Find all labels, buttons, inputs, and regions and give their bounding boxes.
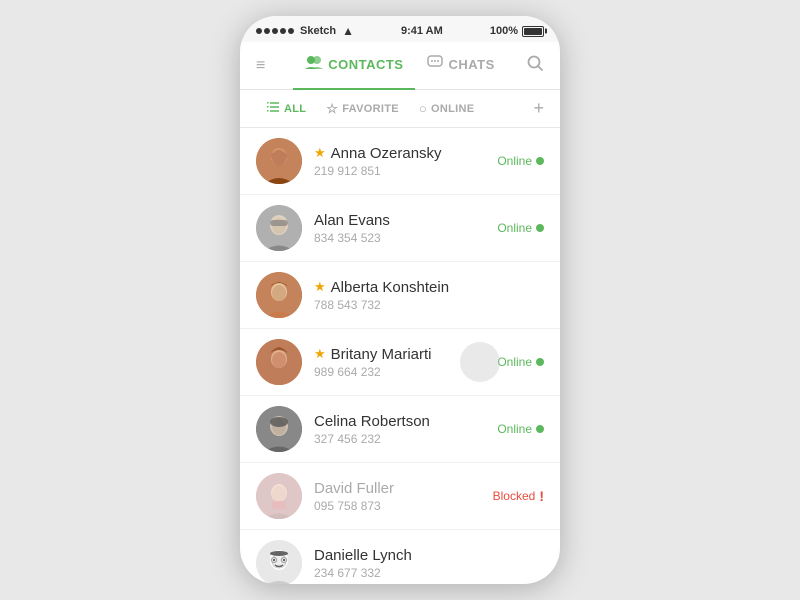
search-button[interactable] — [516, 54, 544, 77]
sub-nav: ALL ☆ FAVORITE ○ ONLINE + — [240, 90, 560, 128]
battery-fill — [524, 28, 542, 35]
contact-info-anna: ★ Anna Ozeransky 219 912 851 — [314, 145, 485, 178]
blocked-label-david: Blocked — [493, 489, 536, 503]
star-icon-anna: ★ — [314, 145, 326, 161]
battery-tip — [545, 29, 547, 34]
contact-name-row: ★ Alberta Konshtein — [314, 279, 532, 296]
contact-name-label-anna: Anna Ozeransky — [331, 145, 442, 162]
battery-percent: 100% — [490, 25, 518, 37]
contact-info-celina: Celina Robertson 327 456 232 — [314, 413, 485, 446]
list-icon — [266, 101, 280, 116]
signal-dots — [256, 28, 294, 34]
time-display: 9:41 AM — [401, 25, 443, 37]
contact-name-row: ★ Britany Mariarti — [314, 346, 485, 363]
online-tab-label: ONLINE — [431, 103, 474, 115]
avatar-celina — [256, 406, 302, 452]
star-icon: ☆ — [326, 101, 338, 117]
contact-info-alan: Alan Evans 834 354 523 — [314, 212, 485, 245]
contact-name-row: Celina Robertson — [314, 413, 485, 430]
contact-item-david[interactable]: David Fuller 095 758 873 Blocked! — [240, 463, 560, 530]
contact-phone-anna: 219 912 851 — [314, 164, 485, 178]
online-tab[interactable]: ○ ONLINE — [409, 90, 485, 128]
online-dot-alan — [536, 224, 544, 232]
contact-name-label-celina: Celina Robertson — [314, 413, 430, 430]
signal-dot — [272, 28, 278, 34]
online-label-celina: Online — [497, 422, 532, 436]
avatar-danielle — [256, 540, 302, 584]
signal-dot — [256, 28, 262, 34]
contact-status-britany: Online — [497, 355, 544, 369]
star-icon-britany: ★ — [314, 346, 326, 362]
contact-status-alan: Online — [497, 221, 544, 235]
contact-item-celina[interactable]: Celina Robertson 327 456 232 Online — [240, 396, 560, 463]
favorite-tab[interactable]: ☆ FAVORITE — [316, 90, 409, 128]
chats-tab-icon — [427, 55, 443, 74]
avatar-britany — [256, 339, 302, 385]
contacts-tab-icon — [305, 55, 323, 74]
contact-phone-david: 095 758 873 — [314, 499, 481, 513]
contact-info-david: David Fuller 095 758 873 — [314, 480, 481, 513]
contact-status-celina: Online — [497, 422, 544, 436]
contact-name-row: ★ Anna Ozeransky — [314, 145, 485, 162]
status-left: Sketch ▲ — [256, 24, 354, 38]
top-nav: ≡ CONTACTS — [240, 42, 560, 90]
avatar-alberta — [256, 272, 302, 318]
contact-name-label-britany: Britany Mariarti — [331, 346, 432, 363]
contact-phone-alan: 834 354 523 — [314, 231, 485, 245]
contact-info-britany: ★ Britany Mariarti 989 664 232 — [314, 346, 485, 379]
contact-phone-britany: 989 664 232 — [314, 365, 485, 379]
online-dot-celina — [536, 425, 544, 433]
contact-name-row: Danielle Lynch — [314, 547, 532, 564]
online-label-britany: Online — [497, 355, 532, 369]
contact-info-danielle: Danielle Lynch 234 677 332 — [314, 547, 532, 580]
all-tab-label: ALL — [284, 103, 306, 115]
contact-phone-celina: 327 456 232 — [314, 432, 485, 446]
signal-dot — [280, 28, 286, 34]
online-dot-anna — [536, 157, 544, 165]
contact-name-row: Alan Evans — [314, 212, 485, 229]
carrier-label: Sketch — [300, 25, 336, 37]
contact-name-label-alberta: Alberta Konshtein — [331, 279, 449, 296]
contacts-tab-label: CONTACTS — [328, 57, 403, 72]
all-tab[interactable]: ALL — [256, 90, 316, 128]
wifi-icon: ▲ — [342, 24, 354, 38]
avatar-anna — [256, 138, 302, 184]
status-bar: Sketch ▲ 9:41 AM 100% — [240, 16, 560, 42]
signal-dot — [264, 28, 270, 34]
star-icon-alberta: ★ — [314, 279, 326, 295]
phone-frame: Sketch ▲ 9:41 AM 100% ≡ — [240, 16, 560, 584]
status-right: 100% — [490, 25, 544, 37]
contact-item-anna[interactable]: ★ Anna Ozeransky 219 912 851 Online — [240, 128, 560, 195]
avatar-david — [256, 473, 302, 519]
nav-tabs: CONTACTS CHATS — [284, 42, 516, 90]
contact-item-britany[interactable]: ★ Britany Mariarti 989 664 232 Online — [240, 329, 560, 396]
contact-item-alan[interactable]: Alan Evans 834 354 523 Online — [240, 195, 560, 262]
contact-phone-danielle: 234 677 332 — [314, 566, 532, 580]
contact-name-label-danielle: Danielle Lynch — [314, 547, 412, 564]
contact-item-danielle[interactable]: Danielle Lynch 234 677 332 — [240, 530, 560, 584]
online-label-anna: Online — [497, 154, 532, 168]
contact-info-alberta: ★ Alberta Konshtein 788 543 732 — [314, 279, 532, 312]
add-contact-button[interactable]: + — [533, 98, 544, 119]
contact-status-anna: Online — [497, 154, 544, 168]
contact-name-label-alan: Alan Evans — [314, 212, 390, 229]
contact-name-row: David Fuller — [314, 480, 481, 497]
circle-icon: ○ — [419, 101, 427, 116]
contact-item-alberta[interactable]: ★ Alberta Konshtein 788 543 732 — [240, 262, 560, 329]
battery-icon — [522, 26, 544, 37]
avatar-alan — [256, 205, 302, 251]
online-dot-britany — [536, 358, 544, 366]
contact-phone-alberta: 788 543 732 — [314, 298, 532, 312]
contact-name-label-david: David Fuller — [314, 480, 394, 497]
contact-status-david: Blocked! — [493, 488, 544, 504]
chats-tab[interactable]: CHATS — [415, 42, 506, 90]
online-label-alan: Online — [497, 221, 532, 235]
contact-list: ★ Anna Ozeransky 219 912 851 Online Alan Ev… — [240, 128, 560, 584]
contacts-tab[interactable]: CONTACTS — [293, 42, 415, 90]
blocked-exclaim-david: ! — [539, 488, 544, 504]
chats-tab-label: CHATS — [448, 57, 494, 72]
hamburger-button[interactable]: ≡ — [256, 57, 284, 75]
signal-dot — [288, 28, 294, 34]
favorite-tab-label: FAVORITE — [342, 103, 399, 115]
